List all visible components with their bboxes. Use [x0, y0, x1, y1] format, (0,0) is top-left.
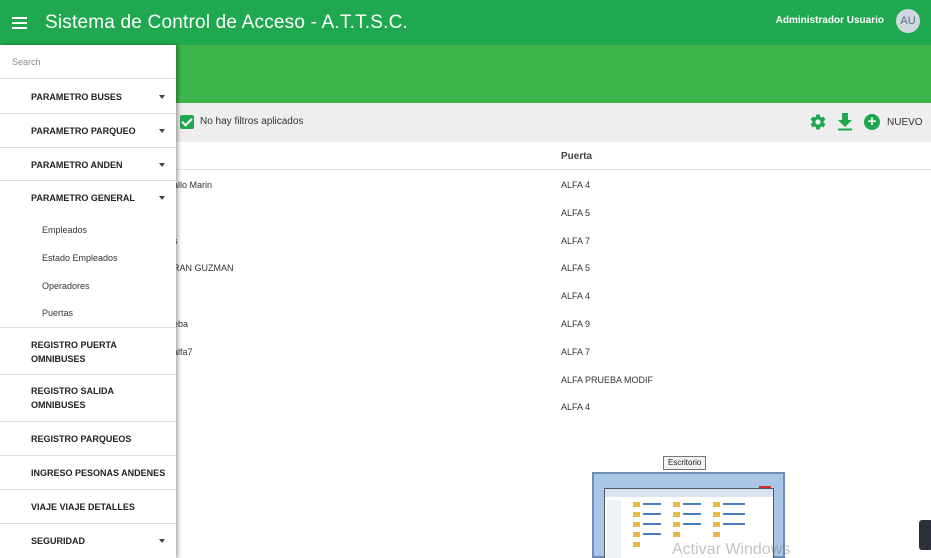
gear-icon[interactable] — [809, 113, 827, 131]
sidebar-item-label: VIAJE VIAJE DETALLES — [31, 502, 135, 512]
sidebar-item-label: REGISTRO SALIDA OMNIBUSES — [31, 386, 114, 410]
filter-checkbox[interactable] — [180, 115, 194, 129]
filter-status-text: No hay filtros aplicados — [200, 116, 304, 127]
sidebar-item-parametro-parqueo[interactable]: PARAMETRO PARQUEO — [0, 114, 176, 148]
sidebar-item-viaje-viaje-detalles[interactable]: VIAJE VIAJE DETALLES — [0, 490, 176, 524]
sidebar-drawer: Search PARAMETRO BUSES PARAMETRO PARQUEO… — [0, 45, 176, 558]
menu-button[interactable] — [0, 0, 38, 45]
table-cell-nombre: RAN GUZMAN — [173, 263, 234, 273]
table-cell-puerta: ALFA PRUEBA MODIF — [561, 375, 654, 385]
download-icon[interactable] — [836, 113, 854, 131]
activation-watermark: Activar Windows — [672, 541, 791, 558]
table-cell-puerta: ALFA 5 — [561, 263, 591, 273]
chevron-down-icon — [159, 95, 165, 99]
sidebar-item-label: REGISTRO PUERTA OMNIBUSES — [31, 340, 117, 364]
sidebar-item-label: SEGURIDAD — [31, 536, 86, 546]
sidebar-item-parametro-general[interactable]: PARAMETRO GENERAL — [0, 181, 176, 215]
sidebar-item-label: INGRESO PESONAS ANDENES — [31, 468, 166, 478]
app-title: Sistema de Control de Acceso - A.T.T.S.C… — [45, 11, 409, 33]
sidebar-item-registro-parqueos[interactable]: REGISTRO PARQUEOS — [0, 422, 176, 456]
sidebar-subitem-estado-empleados[interactable]: Estado Empleados — [42, 253, 118, 263]
app-bar: Sistema de Control de Acceso - A.T.T.S.C… — [0, 0, 931, 45]
sidebar-subitem-operadores[interactable]: Operadores — [42, 281, 90, 291]
taskbar-app-icon[interactable] — [919, 520, 931, 550]
chevron-down-icon — [159, 129, 165, 133]
sidebar-item-registro-salida-omnibuses[interactable]: REGISTRO SALIDA OMNIBUSES — [0, 375, 176, 422]
sidebar-item-seguridad[interactable]: SEGURIDAD — [0, 524, 176, 558]
table-cell-nombre: allo Marin — [173, 180, 213, 190]
preview-titlebar — [605, 489, 773, 497]
search-input[interactable]: Search — [0, 45, 176, 79]
user-name[interactable]: Administrador Usuario — [776, 15, 884, 26]
table-cell-puerta: ALFA 9 — [561, 319, 591, 329]
sidebar-item-ingreso-pesonas-andenes[interactable]: INGRESO PESONAS ANDENES — [0, 456, 176, 490]
table-cell-puerta: ALFA 4 — [561, 291, 591, 301]
table-cell-puerta: ALFA 7 — [561, 347, 591, 357]
sidebar-item-label: PARAMETRO PARQUEO — [31, 126, 136, 136]
chevron-down-icon — [159, 163, 165, 167]
column-header-puerta[interactable]: Puerta — [561, 151, 592, 162]
avatar[interactable]: AU — [896, 9, 920, 33]
table-cell-puerta: ALFA 4 — [561, 180, 591, 190]
table-cell-puerta: ALFA 7 — [561, 236, 591, 246]
sidebar-item-parametro-buses[interactable]: PARAMETRO BUSES — [0, 80, 176, 114]
sidebar-item-registro-puerta-omnibuses[interactable]: REGISTRO PUERTA OMNIBUSES — [0, 327, 176, 375]
chevron-down-icon — [159, 196, 165, 200]
sidebar-item-label: PARAMETRO BUSES — [31, 92, 122, 102]
sidebar-subitem-puertas[interactable]: Puertas — [42, 308, 73, 318]
search-placeholder: Search — [12, 57, 41, 67]
add-circle-icon[interactable]: + — [864, 114, 880, 130]
new-button[interactable]: NUEVO — [887, 117, 923, 128]
sidebar-item-label: REGISTRO PARQUEOS — [31, 434, 132, 444]
desktop-tooltip: Escritorio — [663, 456, 707, 470]
hamburger-icon — [11, 16, 27, 29]
table-cell-puerta: ALFA 4 — [561, 402, 591, 412]
table-cell-puerta: ALFA 5 — [561, 208, 591, 218]
sidebar-item-parametro-anden[interactable]: PARAMETRO ANDEN — [0, 148, 176, 181]
sidebar-subitem-empleados[interactable]: Empleados — [42, 225, 87, 235]
sidebar-item-label: PARAMETRO ANDEN — [31, 160, 123, 170]
chevron-down-icon — [159, 539, 165, 543]
sidebar-item-label: PARAMETRO GENERAL — [31, 193, 135, 203]
